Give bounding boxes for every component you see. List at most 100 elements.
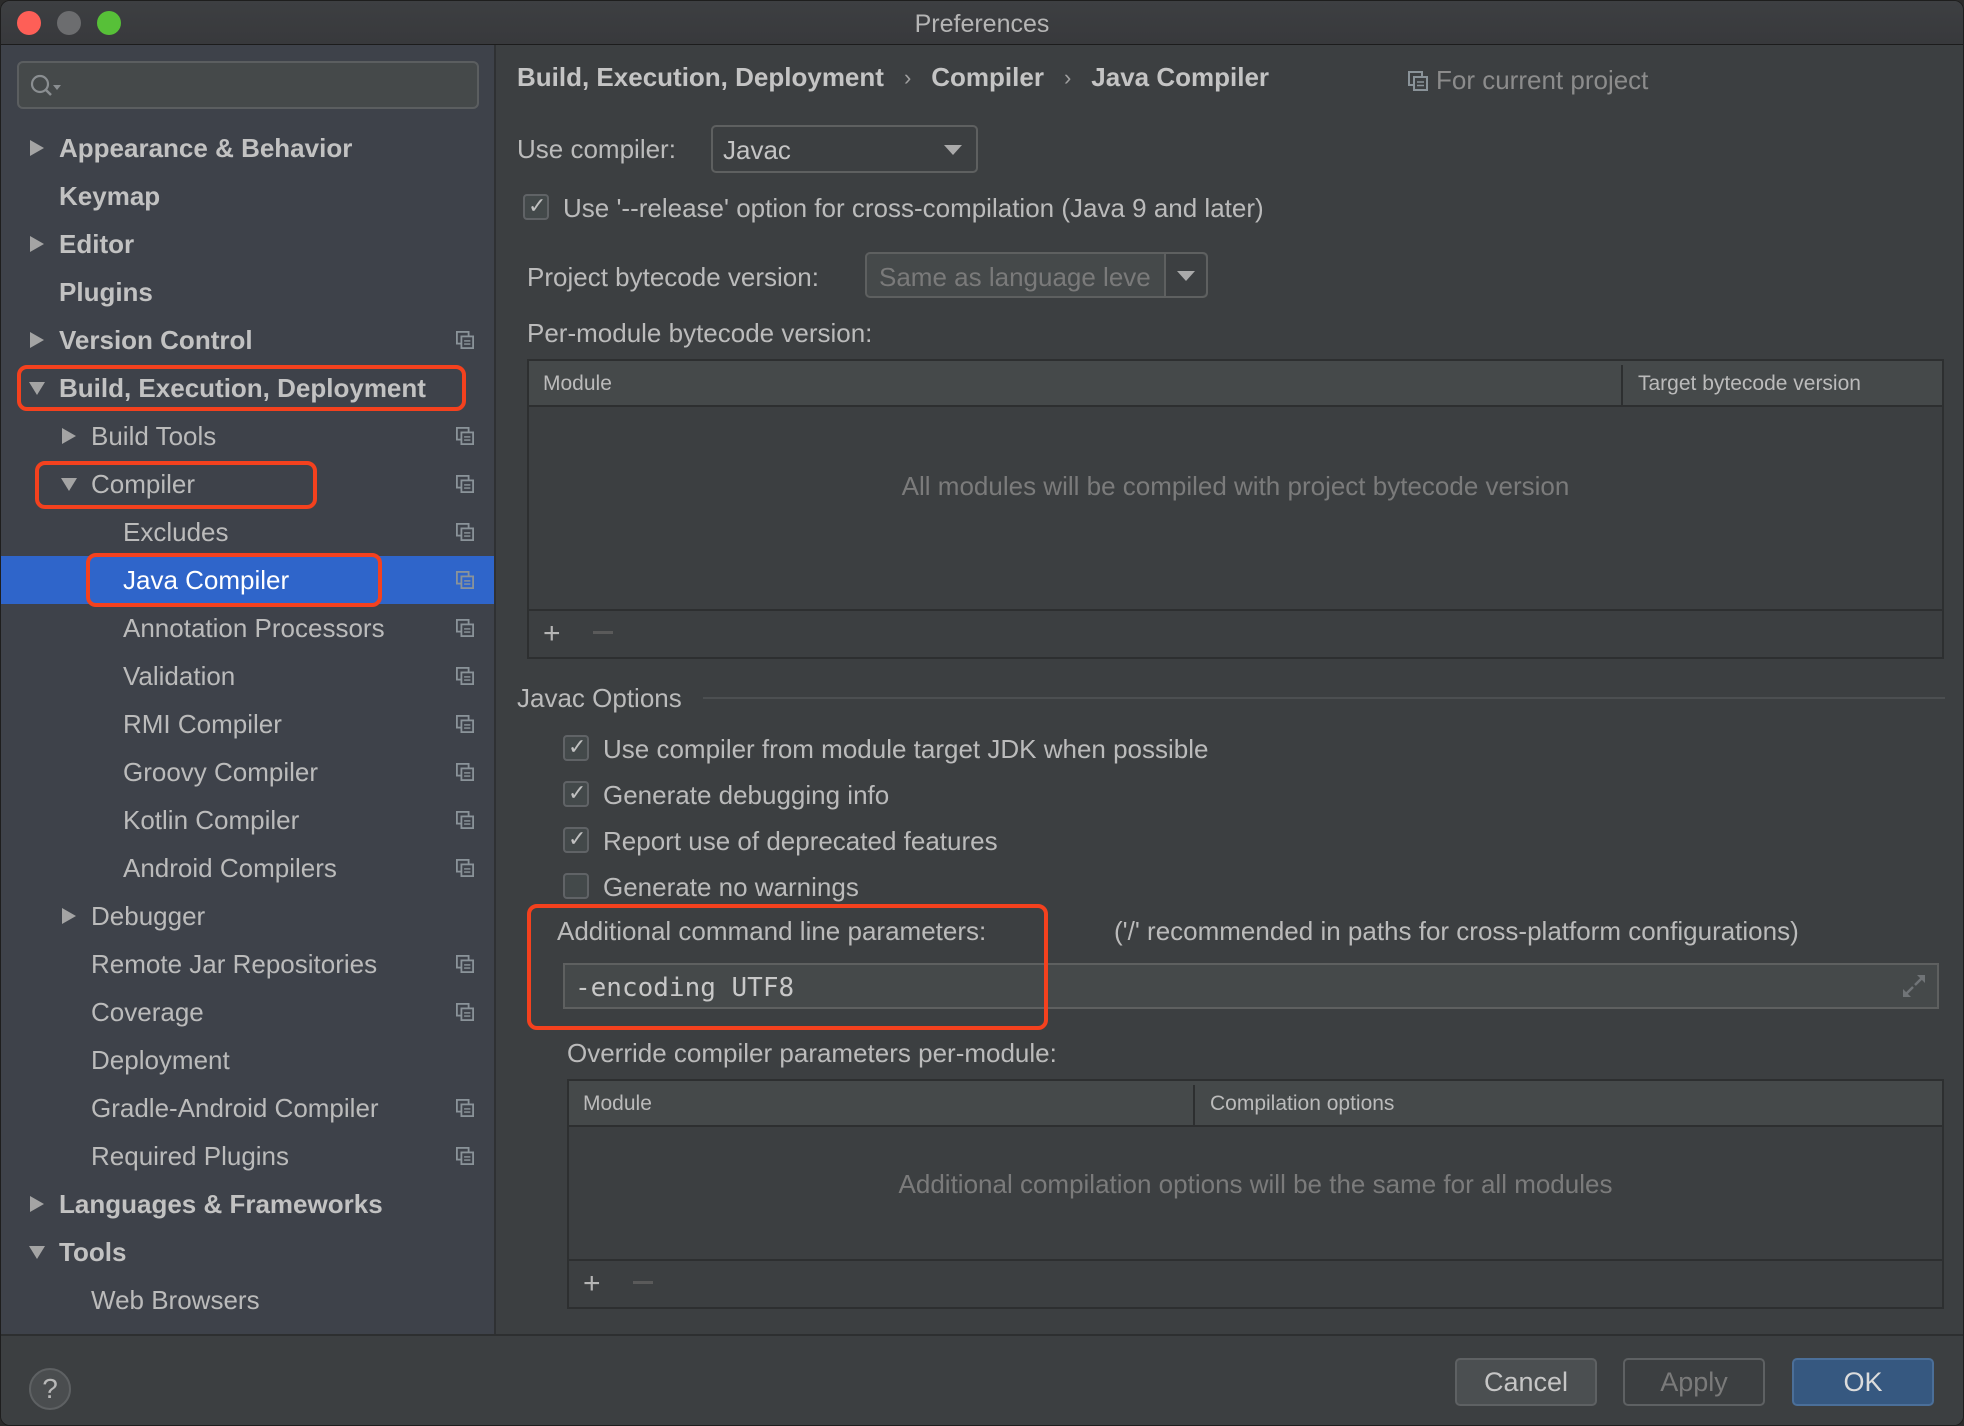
use-compiler-dropdown[interactable]: Javac [711, 125, 978, 173]
dialog-footer: ? Cancel Apply OK [1, 1334, 1963, 1425]
project-scope-icon [456, 427, 474, 445]
sidebar-item-groovy-compiler[interactable]: Groovy Compiler [1, 748, 494, 796]
report-use-of-deprecated-features-label: Report use of deprecated features [603, 826, 998, 856]
settings-search-input[interactable] [17, 61, 479, 109]
sidebar-item-build-tools[interactable]: Build Tools [1, 412, 494, 460]
generate-debugging-info-checkbox[interactable]: ✓ [563, 780, 589, 807]
help-button[interactable]: ? [29, 1368, 71, 1410]
project-scope-label: For current project [1436, 65, 1649, 95]
collapse-arrow-icon[interactable] [28, 379, 46, 397]
sidebar-item-deployment[interactable]: Deployment [1, 1036, 494, 1084]
breadcrumb-item-compiler[interactable]: Compiler [931, 62, 1044, 93]
expand-arrow-icon[interactable] [28, 235, 46, 253]
generate-no-warnings-checkbox[interactable] [563, 873, 589, 899]
add-module-button[interactable]: + [543, 619, 561, 649]
project-scope-icon [456, 331, 474, 349]
sidebar-item-kotlin-compiler[interactable]: Kotlin Compiler [1, 796, 494, 844]
expand-icon[interactable] [1901, 973, 1927, 999]
column-divider[interactable] [1193, 1085, 1195, 1125]
column-divider[interactable] [1621, 365, 1623, 405]
window-title: Preferences [914, 10, 1050, 38]
empty-table-message: Additional compilation options will be t… [898, 1169, 1613, 1199]
checkmark-icon: ✓ [568, 826, 587, 851]
project-scope-icon [456, 955, 474, 973]
sidebar-item-label: Android Compilers [123, 852, 337, 883]
additional-params-input[interactable]: -encoding UTF8 [563, 963, 1939, 1009]
use-compiler-from-module-target-jdk-when-possible-checkbox[interactable]: ✓ [563, 734, 589, 761]
sidebar-item-languages-frameworks[interactable]: Languages & Frameworks [1, 1180, 494, 1228]
remove-module-button[interactable] [593, 631, 613, 634]
sidebar-item-keymap[interactable]: Keymap [1, 172, 494, 220]
expand-arrow-icon[interactable] [60, 427, 78, 445]
add-override-button[interactable]: + [583, 1269, 601, 1299]
sidebar-item-compiler[interactable]: Compiler [1, 460, 494, 508]
breadcrumb-item-java-compiler: Java Compiler [1091, 62, 1270, 92]
project-scope-icon [1408, 70, 1428, 91]
sidebar-item-label: Tools [59, 1236, 127, 1267]
sidebar-item-remote-jar-repositories[interactable]: Remote Jar Repositories [1, 940, 494, 988]
sidebar-item-web-browsers[interactable]: Web Browsers [1, 1276, 494, 1324]
release-option-label: Use '--release' option for cross-compila… [563, 193, 1264, 223]
java-compiler-settings-panel: Build, Execution, Deployment › Compiler … [498, 45, 1963, 1334]
additional-params-hint: ('/' recommended in paths for cross-plat… [1114, 916, 1799, 946]
sidebar-item-build-execution-deployment[interactable]: Build, Execution, Deployment [1, 364, 494, 412]
table-header: Module Compilation options [569, 1081, 1942, 1127]
column-header-module[interactable]: Module [543, 372, 612, 396]
sidebar-item-label: Groovy Compiler [123, 756, 319, 787]
sidebar-item-label: Compiler [91, 468, 196, 499]
expand-arrow-icon[interactable] [28, 139, 46, 157]
sidebar-item-annotation-processors[interactable]: Annotation Processors [1, 604, 494, 652]
sidebar-item-coverage[interactable]: Coverage [1, 988, 494, 1036]
sidebar-item-plugins[interactable]: Plugins [1, 268, 494, 316]
ok-button[interactable]: OK [1792, 1358, 1934, 1406]
sidebar-item-android-compilers[interactable]: Android Compilers [1, 844, 494, 892]
sidebar-item-label: Web Browsers [91, 1284, 260, 1315]
project-scope-icon [456, 1147, 474, 1165]
empty-table-message: All modules will be compiled with projec… [901, 471, 1570, 501]
sidebar-item-excludes[interactable]: Excludes [1, 508, 494, 556]
expand-arrow-icon[interactable] [28, 331, 46, 349]
sidebar-item-label: Required Plugins [91, 1140, 290, 1171]
sidebar-item-required-plugins[interactable]: Required Plugins [1, 1132, 494, 1180]
sidebar-item-gradle-android-compiler[interactable]: Gradle-Android Compiler [1, 1084, 494, 1132]
sidebar-item-version-control[interactable]: Version Control [1, 316, 494, 364]
remove-override-button[interactable] [633, 1281, 653, 1284]
sidebar-item-label: Gradle-Android Compiler [91, 1092, 379, 1123]
use-compiler-label: Use compiler: [517, 134, 676, 164]
project-bytecode-dropdown-button[interactable] [1164, 254, 1206, 296]
collapse-arrow-icon[interactable] [60, 475, 78, 493]
column-header-module[interactable]: Module [583, 1092, 652, 1116]
sidebar-item-appearance-behavior[interactable]: Appearance & Behavior [1, 124, 494, 172]
project-scope-icon [456, 763, 474, 781]
project-bytecode-dropdown[interactable]: Same as language leve [865, 252, 1208, 298]
project-scope-icon [456, 619, 474, 637]
collapse-arrow-icon[interactable] [28, 1243, 46, 1261]
expand-arrow-icon[interactable] [28, 1195, 46, 1213]
sidebar-item-validation[interactable]: Validation [1, 652, 494, 700]
project-scope-icon [456, 523, 474, 541]
per-module-bytecode-label: Per-module bytecode version: [527, 318, 873, 348]
column-header-compilation-options[interactable]: Compilation options [1210, 1092, 1394, 1116]
sidebar-item-label: Build Tools [91, 420, 217, 451]
sidebar-item-debugger[interactable]: Debugger [1, 892, 494, 940]
sidebar-item-editor[interactable]: Editor [1, 220, 494, 268]
column-header-target-bytecode[interactable]: Target bytecode version [1638, 372, 1861, 396]
project-scope-icon [456, 571, 474, 589]
section-divider [703, 697, 1945, 699]
release-option-checkbox[interactable]: ✓ [523, 193, 549, 220]
checkmark-icon: ✓ [528, 193, 547, 218]
sidebar-item-label: Excludes [123, 516, 229, 547]
settings-sidebar: Appearance & Behavior Keymap Editor Plugins… [1, 45, 496, 1334]
additional-params-value: -encoding UTF8 [575, 973, 795, 1003]
breadcrumb-item-build[interactable]: Build, Execution, Deployment [517, 62, 884, 93]
sidebar-item-tools[interactable]: Tools [1, 1228, 494, 1276]
report-use-of-deprecated-features-checkbox[interactable]: ✓ [563, 826, 589, 853]
sidebar-item-rmi-compiler[interactable]: RMI Compiler [1, 700, 494, 748]
sidebar-item-label: Build, Execution, Deployment [59, 372, 426, 403]
apply-button[interactable]: Apply [1623, 1358, 1765, 1406]
project-bytecode-label: Project bytecode version: [527, 262, 819, 292]
expand-arrow-icon[interactable] [60, 907, 78, 925]
cancel-button[interactable]: Cancel [1455, 1358, 1597, 1406]
sidebar-item-java-compiler[interactable]: Java Compiler [1, 556, 494, 604]
per-module-bytecode-table: Module Target bytecode version All modul… [527, 359, 1944, 659]
